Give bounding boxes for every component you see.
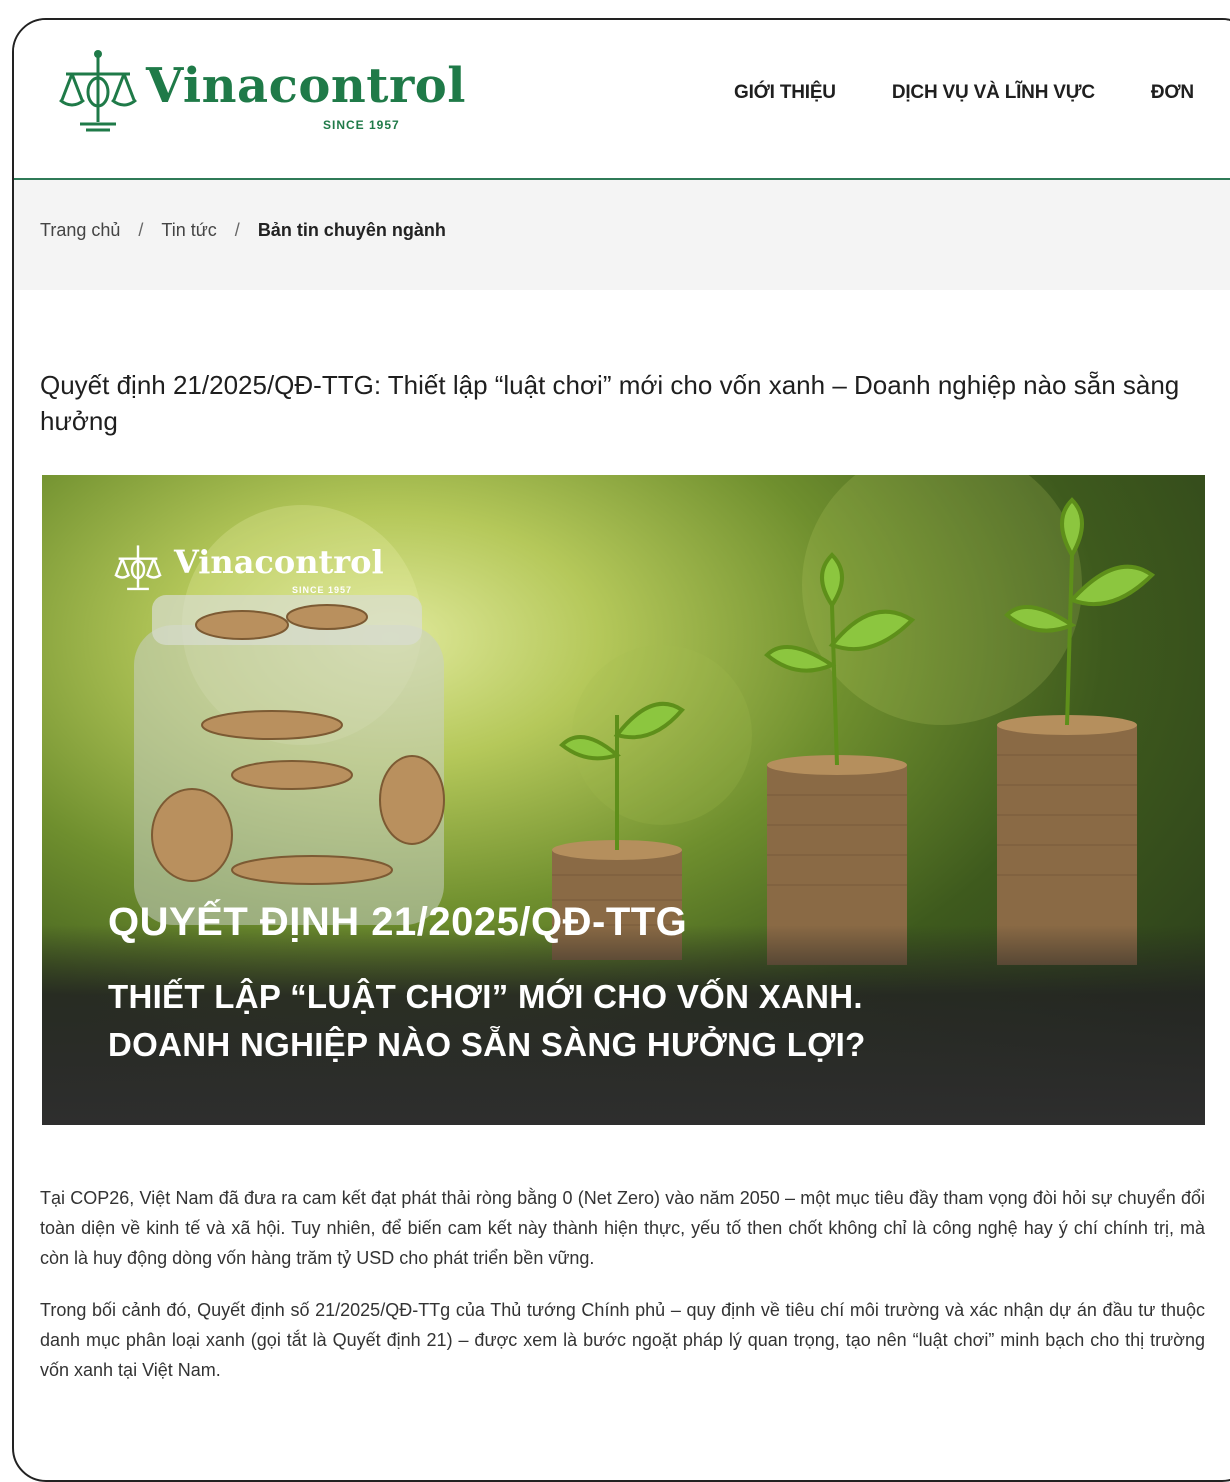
- scale-logo-icon: [59, 50, 137, 132]
- site-header: Vinacontrol SINCE 1957 GIỚI THIỆU DỊCH V…: [14, 20, 1230, 180]
- article-paragraph: Tại COP26, Việt Nam đã đưa ra cam kết đạ…: [40, 1188, 1205, 1268]
- logo-wordmark: Vinacontrol: [146, 58, 466, 114]
- breadcrumb-separator: /: [234, 220, 240, 240]
- hero-image: Vinacontrol SINCE 1957 QUYẾT ĐỊNH 21/202…: [42, 475, 1205, 1125]
- breadcrumb: Trang chủ / Tin tức / Bản tin chuyên ngà…: [40, 220, 446, 241]
- hero-logo-since: SINCE 1957: [292, 585, 353, 595]
- main-nav: GIỚI THIỆU DỊCH VỤ VÀ LĨNH VỰC ĐƠN: [734, 82, 1194, 104]
- scale-logo-icon: [114, 545, 162, 591]
- breadcrumb-home[interactable]: Trang chủ: [40, 220, 120, 241]
- hero-subheading-line1: THIẾT LẬP “LUẬT CHƠI” MỚI CHO VỐN XANH.: [108, 978, 863, 1015]
- site-logo[interactable]: Vinacontrol SINCE 1957: [58, 48, 465, 138]
- hero-subheading: THIẾT LẬP “LUẬT CHƠI” MỚI CHO VỐN XANH. …: [108, 973, 866, 1069]
- breadcrumb-current: Bản tin chuyên ngành: [257, 220, 446, 240]
- breadcrumb-news[interactable]: Tin tức: [161, 220, 216, 241]
- hero-logo-wordmark: Vinacontrol: [174, 543, 384, 581]
- nav-item-gioi-thieu[interactable]: GIỚI THIỆU: [734, 82, 836, 104]
- article-title: Quyết định 21/2025/QĐ-TTG: Thiết lập “lu…: [40, 370, 1180, 437]
- breadcrumb-bar: Trang chủ / Tin tức / Bản tin chuyên ngà…: [14, 180, 1230, 290]
- nav-item-dich-vu[interactable]: DỊCH VỤ VÀ LĨNH VỰC: [892, 82, 1095, 104]
- hero-heading: QUYẾT ĐỊNH 21/2025/QĐ-TTG: [108, 900, 688, 944]
- breadcrumb-separator: /: [138, 220, 144, 240]
- article-paragraph: Trong bối cảnh đó, Quyết định số 21/2025…: [40, 1300, 1205, 1380]
- browser-frame: Vinacontrol SINCE 1957 GIỚI THIỆU DỊCH V…: [12, 18, 1230, 1482]
- nav-item-don[interactable]: ĐƠN: [1151, 82, 1194, 104]
- hero-subheading-line2: DOANH NGHIỆP NÀO SẴN SÀNG HƯỞNG LỢI?: [108, 1026, 866, 1063]
- article-body: Tại COP26, Việt Nam đã đưa ra cam kết đạ…: [40, 1183, 1205, 1407]
- logo-since: SINCE 1957: [323, 118, 400, 132]
